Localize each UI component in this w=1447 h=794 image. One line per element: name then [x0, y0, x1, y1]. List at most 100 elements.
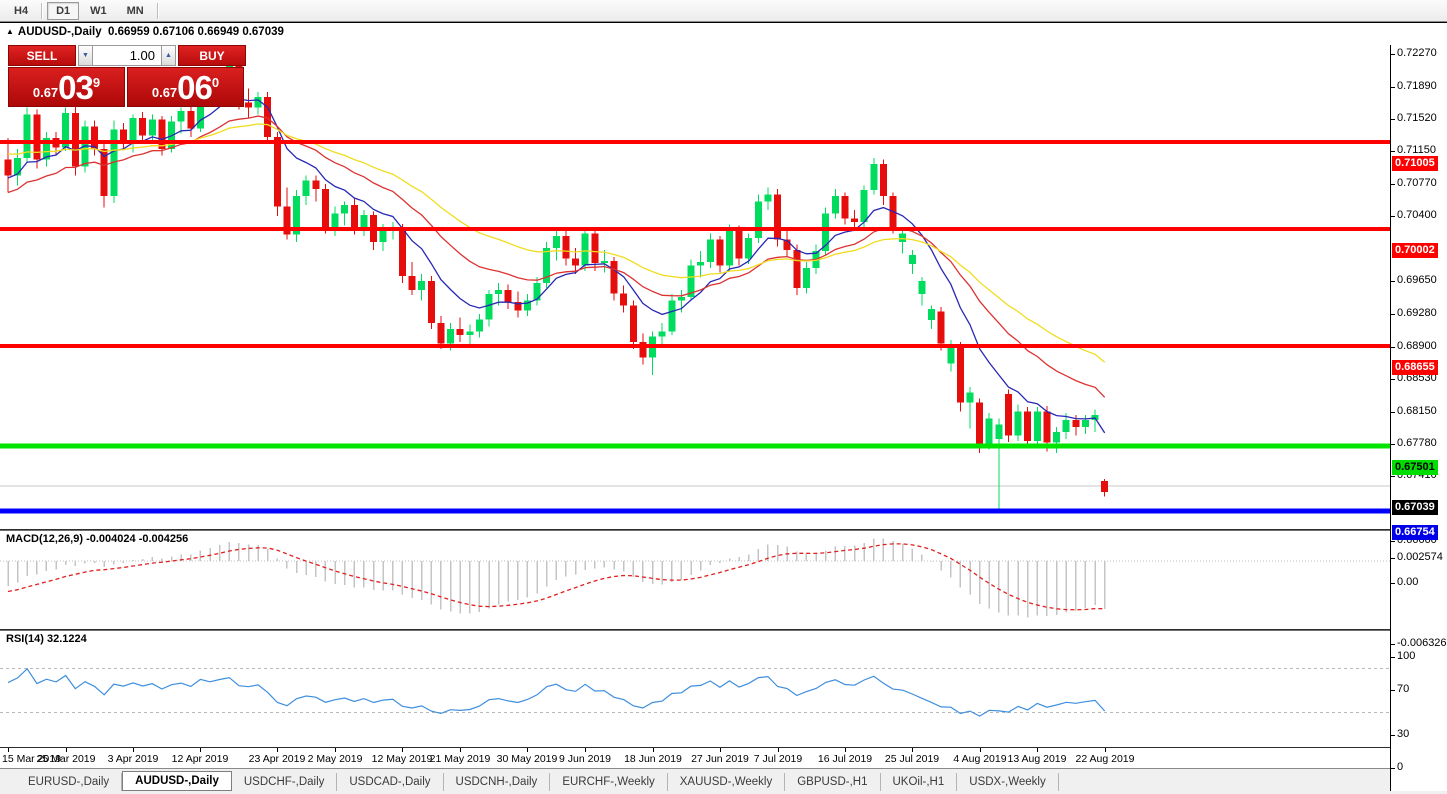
buy-price-display[interactable]: 0.67 06 0	[127, 67, 244, 107]
date-axis[interactable]: 15 Mar 2019 25 Mar 2019 3 Apr 2019 12 Apr 2…	[0, 747, 1390, 770]
price-axis[interactable]: 0.72270 0.71890 0.71520 0.71150 0.70770 0.704…	[1390, 45, 1447, 791]
chart-window: ▲ AUDUSD-,Daily 0.66959 0.67106 0.66949 0…	[0, 22, 1447, 791]
axis-tickmark	[1391, 151, 1395, 152]
candle-body-up	[148, 119, 156, 136]
timeframe-button-h4[interactable]: H4	[5, 2, 37, 20]
chevron-down-icon: ▼	[82, 52, 89, 59]
rsi-indicator-label: RSI(14) 32.1224	[6, 633, 87, 645]
candle-body-down	[273, 137, 281, 207]
one-click-trade-panel: SELL ▼ ▲ BUY 0.67039 0.67060	[8, 45, 246, 107]
candle-body-down	[119, 129, 127, 141]
axis-tickmark	[1391, 644, 1395, 645]
rsi-line	[7, 667, 1106, 717]
chart-tab-usdx[interactable]: USDX-,Weekly	[957, 772, 1059, 791]
axis-tickmark	[1391, 347, 1395, 348]
volume-increase-button[interactable]: ▲	[161, 45, 176, 66]
axis-tickmark	[1391, 768, 1395, 769]
candle-body-up	[331, 213, 339, 228]
timeframe-button-w1[interactable]: W1	[81, 2, 116, 20]
price-pane[interactable]: ▲ AUDUSD-,Daily 0.66959 0.67106 0.66949 0…	[0, 23, 1390, 529]
candle-body-up	[985, 418, 993, 445]
candle-body-up	[1014, 411, 1022, 436]
axis-tickmark	[1391, 735, 1395, 736]
date-axis-label: 13 Aug 2019	[1007, 753, 1067, 765]
buy-price-prefix: 0.67	[151, 85, 178, 100]
date-axis-label: 18 Jun 2019	[624, 753, 682, 765]
collapse-panel-icon[interactable]: ▲	[6, 27, 14, 36]
price-axis-tick: 0.68900	[1397, 340, 1437, 352]
candle-body-up	[697, 262, 705, 266]
volume-decrease-button[interactable]: ▼	[78, 45, 93, 66]
date-axis-label: 7 Jul 2019	[753, 753, 803, 765]
price-badge: 0.68655	[1392, 360, 1438, 375]
candle-body-up	[860, 190, 868, 223]
candle-body-up	[918, 281, 926, 295]
buy-price-pip: 0	[211, 75, 220, 90]
buy-button[interactable]: BUY	[178, 45, 246, 66]
candle-body-down	[841, 196, 849, 219]
chart-tab-ukoil[interactable]: UKOil-,H1	[881, 772, 958, 791]
axis-tickmark	[1391, 379, 1395, 380]
price-badge: 0.71005	[1392, 156, 1438, 171]
candle-body-up	[485, 294, 493, 320]
chart-tab-xauusd[interactable]: XAUUSD-,Weekly	[668, 772, 786, 791]
axis-tickmark	[1391, 541, 1395, 542]
sell-price-pip: 9	[92, 75, 101, 90]
candle-body-down	[629, 305, 637, 342]
candle-body-up	[899, 233, 907, 243]
chart-tab-gbpusd[interactable]: GBPUSD-,H1	[785, 772, 881, 791]
chart-tab-usdcnh[interactable]: USDCNH-,Daily	[444, 772, 551, 791]
rsi-canvas[interactable]	[0, 631, 1390, 747]
price-axis-tick: 30	[1397, 728, 1410, 740]
candle-body-down	[321, 189, 329, 228]
candle-body-down	[937, 311, 945, 344]
date-axis-tickmark	[1037, 748, 1038, 752]
volume-input[interactable]	[93, 45, 161, 66]
candle-body-down	[350, 204, 358, 230]
price-axis-tick: 0.70770	[1397, 177, 1437, 189]
date-axis-tickmark	[133, 748, 134, 752]
toolbar-separator	[41, 2, 44, 19]
price-axis-tick: 0.67780	[1397, 437, 1437, 449]
axis-tickmark	[1391, 281, 1395, 282]
price-axis-tick: 0.71520	[1397, 112, 1437, 124]
rsi-pane[interactable]: RSI(14) 32.1224	[0, 631, 1390, 747]
timeframe-button-d1[interactable]: D1	[47, 1, 80, 20]
chart-tab-usdcad[interactable]: USDCAD-,Daily	[337, 772, 444, 791]
date-axis-label: 27 Jun 2019	[691, 753, 749, 765]
candle-body-down	[187, 111, 195, 129]
candle-body-up	[668, 300, 676, 332]
candle-body-up	[14, 157, 22, 176]
candle-body-up	[745, 237, 753, 259]
date-axis-label: 12 May 2019	[371, 753, 433, 765]
candle-body-down	[427, 281, 435, 323]
date-axis-tickmark	[8, 748, 9, 752]
chart-tab-audusd[interactable]: AUDUSD-,Daily	[122, 771, 232, 791]
price-axis-tick: 0.002574	[1397, 551, 1443, 563]
chart-tab-eurchf[interactable]: EURCHF-,Weekly	[550, 772, 668, 791]
date-axis-label: 30 May 2019	[496, 753, 558, 765]
date-axis-tickmark	[66, 748, 67, 752]
candle-body-up	[341, 204, 349, 214]
chart-tab-eurusd[interactable]: EURUSD-,Daily	[16, 772, 123, 791]
sell-price-display[interactable]: 0.67 03 9	[8, 67, 125, 107]
date-axis-tickmark	[200, 748, 201, 752]
candle-body-down	[71, 112, 79, 167]
candle-body-down	[610, 261, 618, 294]
timeframe-button-mn[interactable]: MN	[118, 2, 153, 20]
price-axis-tick: 0.69650	[1397, 274, 1437, 286]
chart-tab-bar: EURUSD-,Daily AUDUSD-,Daily USDCHF-,Daily U…	[0, 768, 1447, 794]
axis-tickmark	[1391, 412, 1395, 413]
candle-body-down	[1004, 394, 1012, 436]
chart-symbol-label: AUDUSD-,Daily	[17, 26, 102, 38]
macd-pane[interactable]: MACD(12,26,9) -0.004024 -0.004256	[0, 531, 1390, 629]
candle-body-up	[802, 268, 810, 289]
candle-body-down	[4, 159, 12, 176]
date-axis-label: 3 Apr 2019	[107, 753, 159, 765]
candle-body-up	[908, 255, 916, 264]
macd-canvas[interactable]	[0, 531, 1390, 629]
candle-body-down	[591, 233, 599, 263]
chart-tab-usdchf[interactable]: USDCHF-,Daily	[232, 772, 338, 791]
sell-button[interactable]: SELL	[8, 45, 76, 66]
date-axis-label: 22 Aug 2019	[1075, 753, 1135, 765]
